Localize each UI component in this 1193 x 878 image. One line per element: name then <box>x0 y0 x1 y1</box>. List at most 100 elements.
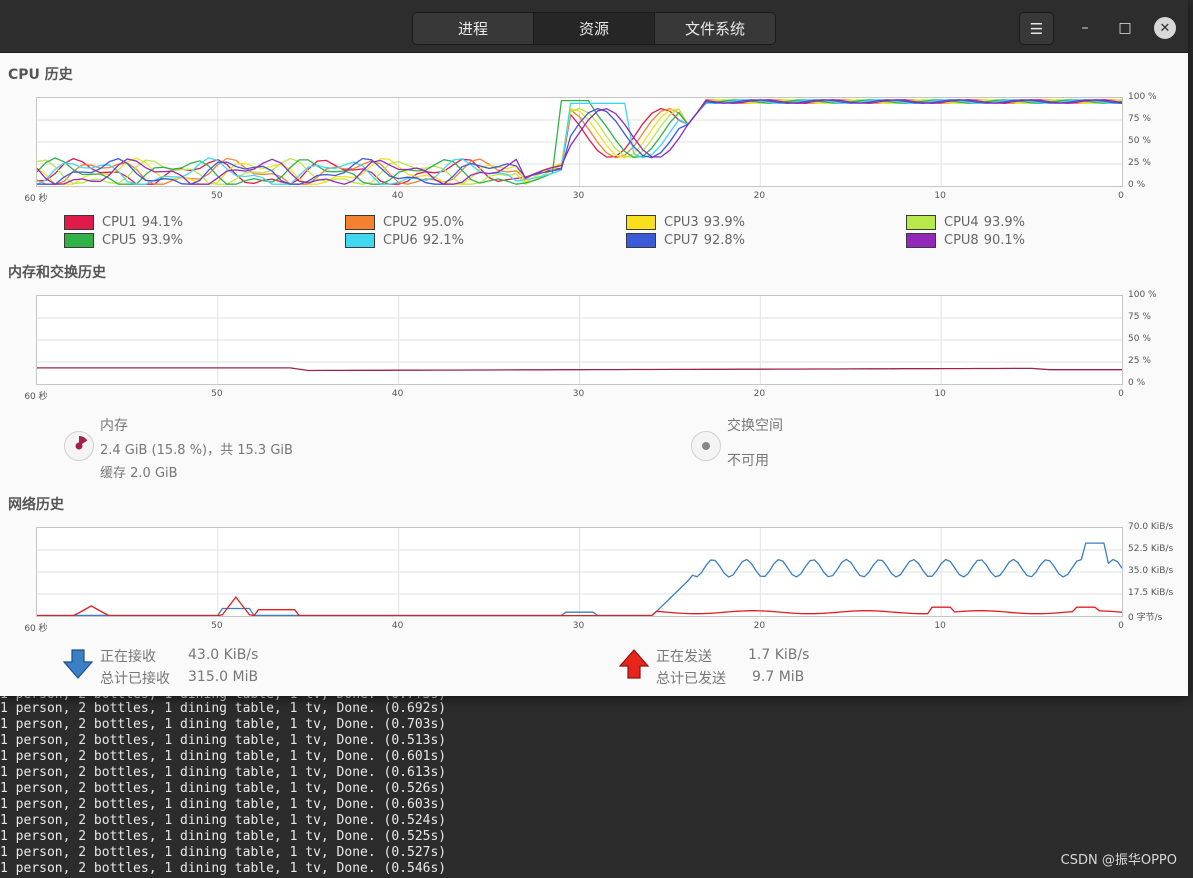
cpu-legend-label: CPU1 94.1% <box>102 214 184 230</box>
color-swatch[interactable] <box>906 214 936 230</box>
cpu-legend-cpu3: CPU3 93.9% <box>626 214 745 230</box>
y-tick-label: 35.0 KiB/s <box>1128 566 1174 576</box>
tab-processes[interactable]: 进程 <box>413 13 534 44</box>
memory-pie-center <box>75 442 83 450</box>
network-history-graph <box>36 527 1123 617</box>
cpu-history-title: CPU 历史 <box>8 67 73 83</box>
y-tick-label: 50 % <box>1128 136 1151 146</box>
view-switcher: 进程 资源 文件系统 <box>412 12 776 45</box>
total-received: 315.0 MiB <box>188 669 259 685</box>
x-tick-label: 0 <box>1118 389 1124 399</box>
download-arrow-icon[interactable] <box>62 648 94 680</box>
x-tick-label: 40 <box>391 389 404 399</box>
y-tick-label: 0 字节/s <box>1128 613 1163 623</box>
tab-filesystems[interactable]: 文件系统 <box>655 13 775 44</box>
color-swatch[interactable] <box>626 214 656 230</box>
total-sent: 9.7 MiB <box>752 669 805 685</box>
terminal-line: 1 person, 2 bottles, 1 dining table, 1 t… <box>0 701 447 716</box>
close-icon: ✕ <box>1159 20 1171 36</box>
y-tick-label: 0 % <box>1128 378 1146 388</box>
minimize-button[interactable]: – <box>1074 17 1096 39</box>
memory-label: 内存 <box>100 418 128 434</box>
y-tick-label: 0 % <box>1128 180 1146 190</box>
x-tick-label: 30 <box>572 389 585 399</box>
cpu-legend-label: CPU4 93.9% <box>944 214 1026 230</box>
x-tick-label: 30 <box>572 621 585 631</box>
memory-pie-icon[interactable] <box>64 431 94 461</box>
y-tick-label: 75 % <box>1128 312 1151 322</box>
y-tick-label: 17.5 KiB/s <box>1128 588 1174 598</box>
graph-canvas <box>37 528 1122 616</box>
hamburger-icon: ☰ <box>1029 19 1044 38</box>
memory-usage: 2.4 GiB (15.8 %)，共 15.3 GiB <box>100 443 293 458</box>
x-tick-label: 60 秒 <box>24 624 48 634</box>
x-tick-label: 50 <box>211 621 223 631</box>
swap-status: 不可用 <box>727 453 769 469</box>
terminal-line: 1 person, 2 bottles, 1 dining table, 1 t… <box>0 733 447 748</box>
color-swatch[interactable] <box>64 232 94 248</box>
x-tick-label: 10 <box>934 621 946 631</box>
x-tick-label: 40 <box>391 621 404 631</box>
terminal-line: 1 person, 2 bottles, 1 dining table, 1 t… <box>0 813 447 828</box>
memory-history-graph <box>36 295 1123 385</box>
x-tick-label: 60 秒 <box>24 392 48 402</box>
y-tick-label: 100 % <box>1128 92 1157 102</box>
color-swatch[interactable] <box>906 232 936 248</box>
x-tick-label: 40 <box>391 191 404 201</box>
x-tick-label: 10 <box>934 389 946 399</box>
receiving-rate: 43.0 KiB/s <box>188 647 259 663</box>
maximize-button[interactable]: □ <box>1114 17 1136 39</box>
memory-history-title: 内存和交换历史 <box>8 265 106 281</box>
terminal-line: 1 person, 2 bottles, 1 dining table, 1 t… <box>0 861 447 876</box>
sending-rate: 1.7 KiB/s <box>748 647 810 663</box>
graph-canvas <box>37 296 1122 384</box>
terminal-line: 1 person, 2 bottles, 1 dining table, 1 t… <box>0 829 447 844</box>
header-bar: 进程 资源 文件系统 ☰ – □ ✕ <box>0 0 1188 53</box>
y-tick-label: 25 % <box>1128 356 1151 366</box>
color-swatch[interactable] <box>626 232 656 248</box>
cpu-legend-label: CPU2 95.0% <box>383 214 465 230</box>
menu-button[interactable]: ☰ <box>1019 12 1054 45</box>
upload-arrow-icon[interactable] <box>618 648 650 680</box>
x-tick-label: 30 <box>572 191 585 201</box>
x-tick-label: 10 <box>934 191 946 201</box>
terminal-line: 1 person, 2 bottles, 1 dining table, 1 t… <box>0 797 447 812</box>
memory-cache: 缓存 2.0 GiB <box>100 466 178 481</box>
total-sent-label: 总计已发送 <box>656 671 726 687</box>
swap-pie-icon[interactable] <box>691 431 721 461</box>
y-tick-label: 70.0 KiB/s <box>1128 522 1174 532</box>
cpu-legend-cpu5: CPU5 93.9% <box>64 232 183 248</box>
sending-label: 正在发送 <box>656 649 712 665</box>
swap-label: 交换空间 <box>727 418 783 434</box>
terminal-line: 1 person, 2 bottles, 1 dining table, 1 t… <box>0 845 447 860</box>
cpu-history-graph <box>36 97 1123 187</box>
watermark: CSDN @振华OPPO <box>1060 853 1177 868</box>
terminal-line: 1 person, 2 bottles, 1 dining table, 1 t… <box>0 749 447 764</box>
minimize-icon: – <box>1081 20 1089 36</box>
tab-resources[interactable]: 资源 <box>534 13 655 44</box>
x-tick-label: 0 <box>1118 621 1124 631</box>
graph-canvas <box>37 98 1122 186</box>
color-swatch[interactable] <box>345 214 375 230</box>
total-received-label: 总计已接收 <box>100 671 170 687</box>
terminal-line: 1 person, 2 bottles, 1 dining table, 1 t… <box>0 765 447 780</box>
y-tick-label: 75 % <box>1128 114 1151 124</box>
color-swatch[interactable] <box>345 232 375 248</box>
x-tick-label: 60 秒 <box>24 194 48 204</box>
y-tick-label: 52.5 KiB/s <box>1128 544 1174 554</box>
x-tick-label: 0 <box>1118 191 1124 201</box>
y-tick-label: 50 % <box>1128 334 1151 344</box>
x-tick-label: 50 <box>211 389 223 399</box>
y-tick-label: 25 % <box>1128 158 1151 168</box>
cpu-legend-label: CPU8 90.1% <box>944 232 1026 248</box>
cpu-legend-label: CPU6 92.1% <box>383 232 465 248</box>
cpu-legend-label: CPU3 93.9% <box>664 214 746 230</box>
close-button[interactable]: ✕ <box>1154 17 1176 39</box>
x-tick-label: 20 <box>753 191 766 201</box>
cpu-legend-cpu6: CPU6 92.1% <box>345 232 464 248</box>
cpu-legend-cpu1: CPU1 94.1% <box>64 214 183 230</box>
cpu-legend-label: CPU7 92.8% <box>664 232 746 248</box>
cpu-legend-cpu4: CPU4 93.9% <box>906 214 1025 230</box>
terminal-line: 1 person, 2 bottles, 1 dining table, 1 t… <box>0 781 447 796</box>
color-swatch[interactable] <box>64 214 94 230</box>
